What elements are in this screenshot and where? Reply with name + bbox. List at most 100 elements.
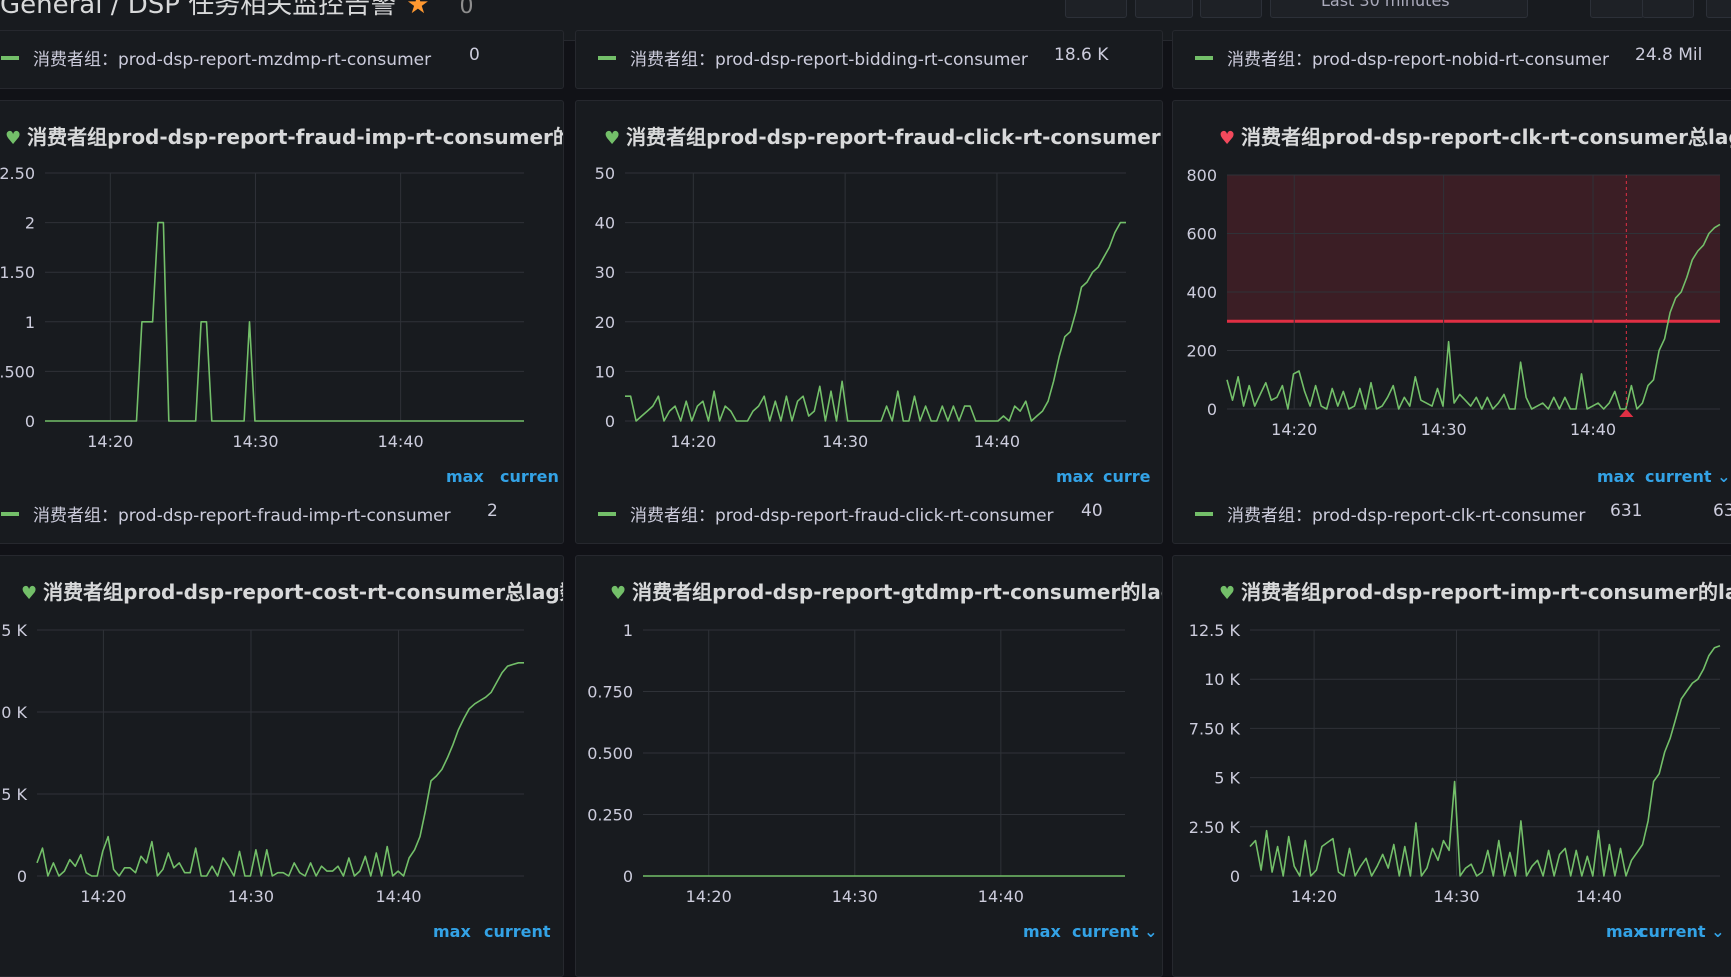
panel-fraud-click-lag[interactable]: ♥ 消费者组prod-dsp-report-fraud-click-rt-cons… (575, 100, 1163, 544)
y-tick-label: 0 (1207, 400, 1217, 419)
legend-header-max[interactable]: max (433, 922, 471, 941)
x-tick-label: 14:30 (228, 887, 274, 906)
y-tick-label: 1 (623, 621, 633, 640)
legend-row[interactable]: 消费者组：prod-dsp-report-fraud-click-rt-cons… (598, 501, 1054, 526)
series-color-swatch[interactable] (1195, 56, 1213, 60)
panel-mzdmp-lag[interactable]: 消费者组：prod-dsp-report-mzdmp-rt-consumer 0 (0, 30, 564, 89)
y-tick-label: 5 K (1214, 769, 1240, 788)
x-tick-label: 14:20 (1271, 420, 1317, 439)
lag-chart[interactable]: 0 5 K 10 K 15 K 14:20 14:30 14:40 (0, 556, 563, 976)
y-tick-label: 0 (623, 867, 633, 886)
time-range-picker[interactable]: Last 30 minutes (1270, 0, 1528, 18)
y-tick-label: 0.250 (587, 806, 633, 825)
legend-current-value: 24.8 Mil (1635, 45, 1703, 65)
refresh-interval-picker[interactable] (1642, 0, 1694, 18)
y-tick-label: 40 (595, 214, 615, 233)
legend-header-max[interactable]: max (1597, 467, 1635, 486)
x-tick-label: 14:40 (978, 887, 1024, 906)
y-tick-label: 400 (1186, 283, 1217, 302)
y-tick-label: .500 (0, 362, 35, 381)
add-panel-button[interactable] (1065, 0, 1127, 18)
legend-header-current[interactable]: current ⌄ (1072, 922, 1158, 941)
legend-series-name: 消费者组：prod-dsp-report-mzdmp-rt-consumer (33, 50, 432, 70)
y-tick-label: 2.50 K (1189, 818, 1241, 837)
legend-current-value: 40 (1081, 501, 1103, 521)
y-tick-label: 1 (25, 313, 35, 332)
legend-header-max[interactable]: max (1056, 467, 1094, 486)
legend-row[interactable]: 消费者组：prod-dsp-report-nobid-rt-consumer (1195, 45, 1609, 70)
legend-row[interactable]: 消费者组：prod-dsp-report-fraud-imp-rt-consum… (1, 501, 451, 526)
legend-max-value: 631 (1610, 501, 1643, 521)
series-color-swatch[interactable] (598, 512, 616, 516)
legend-current-value: 18.6 K (1054, 45, 1109, 65)
legend-header-current[interactable]: current (484, 922, 551, 941)
breadcrumb[interactable]: General / DSP 任务相关监控告警 ★ 0 (0, 0, 474, 21)
y-tick-label: 15 K (0, 621, 28, 640)
y-tick-label: 50 (595, 164, 615, 183)
series-color-swatch[interactable] (1, 512, 19, 516)
series-line (36, 662, 524, 877)
lag-chart[interactable]: 0 0.250 0.500 0.750 1 14:20 14:30 14:40 (576, 556, 1162, 976)
x-tick-label: 14:40 (974, 432, 1020, 451)
panel-cost-lag[interactable]: ♥ 消费者组prod-dsp-report-cost-rt-consumer总la… (0, 555, 564, 977)
panel-bidding-lag[interactable]: 消费者组：prod-dsp-report-bidding-rt-consumer… (575, 30, 1163, 89)
dashboard-settings-button[interactable] (1200, 0, 1262, 18)
panel-nobid-lag[interactable]: 消费者组：prod-dsp-report-nobid-rt-consumer 2… (1172, 30, 1731, 89)
refresh-button[interactable] (1590, 0, 1644, 18)
x-tick-label: 14:40 (378, 432, 424, 451)
y-tick-label: 2 (25, 214, 35, 233)
panel-fraud-imp-lag[interactable]: ♥ 消费者组prod-dsp-report-fraud-imp-rt-consum… (0, 100, 564, 544)
y-tick-label: 30 (595, 263, 615, 282)
y-tick-label: 2.50 (0, 164, 35, 183)
view-mode-button[interactable] (1706, 0, 1731, 18)
panel-clk-lag[interactable]: ♥ 消费者组prod-dsp-report-clk-rt-consumer总lag… (1172, 100, 1731, 544)
legend-series-name: 消费者组：prod-dsp-report-fraud-imp-rt-consum… (33, 506, 451, 526)
y-tick-label: 7.50 K (1189, 719, 1241, 738)
series-line (1249, 644, 1721, 877)
x-tick-label: 14:30 (1433, 887, 1479, 906)
x-tick-label: 14:20 (80, 887, 126, 906)
y-tick-label: 0.750 (587, 683, 633, 702)
x-tick-label: 14:20 (1291, 887, 1337, 906)
star-icon[interactable]: ★ (406, 0, 429, 20)
legend-series-name: 消费者组：prod-dsp-report-clk-rt-consumer (1227, 506, 1586, 526)
lag-chart[interactable]: 0 2.50 K 5 K 7.50 K 10 K 12.5 K 14:20 14:30 14:4… (1173, 556, 1731, 976)
y-tick-label: 0 (605, 412, 615, 431)
x-tick-label: 14:40 (376, 887, 422, 906)
time-range-label: Last 30 minutes (1321, 0, 1450, 10)
legend-row[interactable]: 消费者组：prod-dsp-report-mzdmp-rt-consumer (1, 45, 431, 70)
legend-header-current[interactable]: curre (1103, 467, 1151, 486)
legend-series-name: 消费者组：prod-dsp-report-nobid-rt-consumer (1227, 50, 1609, 70)
legend-header-current[interactable]: curren (500, 467, 559, 486)
y-tick-label: 10 K (0, 703, 28, 722)
series-color-swatch[interactable] (1, 56, 19, 60)
legend-header-max[interactable]: max (446, 467, 484, 486)
x-tick-label: 14:40 (1570, 420, 1616, 439)
dashboard-title[interactable]: General / DSP 任务相关监控告警 (0, 0, 396, 20)
y-tick-label: 1.50 (0, 263, 35, 282)
y-tick-label: 10 (595, 362, 615, 381)
legend-row[interactable]: 消费者组：prod-dsp-report-bidding-rt-consumer (598, 45, 1028, 70)
panel-imp-lag[interactable]: ♥ 消费者组prod-dsp-report-imp-rt-consumer的lag… (1172, 555, 1731, 977)
series-color-swatch[interactable] (1195, 512, 1213, 516)
y-tick-label: 0 (1230, 867, 1240, 886)
x-tick-label: 14:20 (87, 432, 133, 451)
threshold-region (1227, 175, 1720, 322)
series-color-swatch[interactable] (598, 56, 616, 60)
legend-header-current[interactable]: current ⌄ (1639, 922, 1725, 941)
x-tick-label: 14:20 (686, 887, 732, 906)
y-tick-label: 0 (25, 412, 35, 431)
x-tick-label: 14:40 (1576, 887, 1622, 906)
y-tick-label: 20 (595, 313, 615, 332)
y-tick-label: 0 (17, 867, 27, 886)
x-tick-label: 14:20 (670, 432, 716, 451)
panel-gtdmp-lag[interactable]: ♥ 消费者组prod-dsp-report-gtdmp-rt-consumer的l… (575, 555, 1163, 977)
y-tick-label: 10 K (1204, 670, 1240, 689)
legend-header-max[interactable]: max (1023, 922, 1061, 941)
legend-row[interactable]: 消费者组：prod-dsp-report-clk-rt-consumer (1195, 501, 1585, 526)
legend-header-current[interactable]: current ⌄ (1645, 467, 1731, 486)
x-tick-label: 14:30 (1421, 420, 1467, 439)
legend-series-name: 消费者组：prod-dsp-report-fraud-click-rt-cons… (630, 506, 1054, 526)
y-tick-label: 200 (1186, 342, 1217, 361)
save-dashboard-button[interactable] (1135, 0, 1193, 18)
